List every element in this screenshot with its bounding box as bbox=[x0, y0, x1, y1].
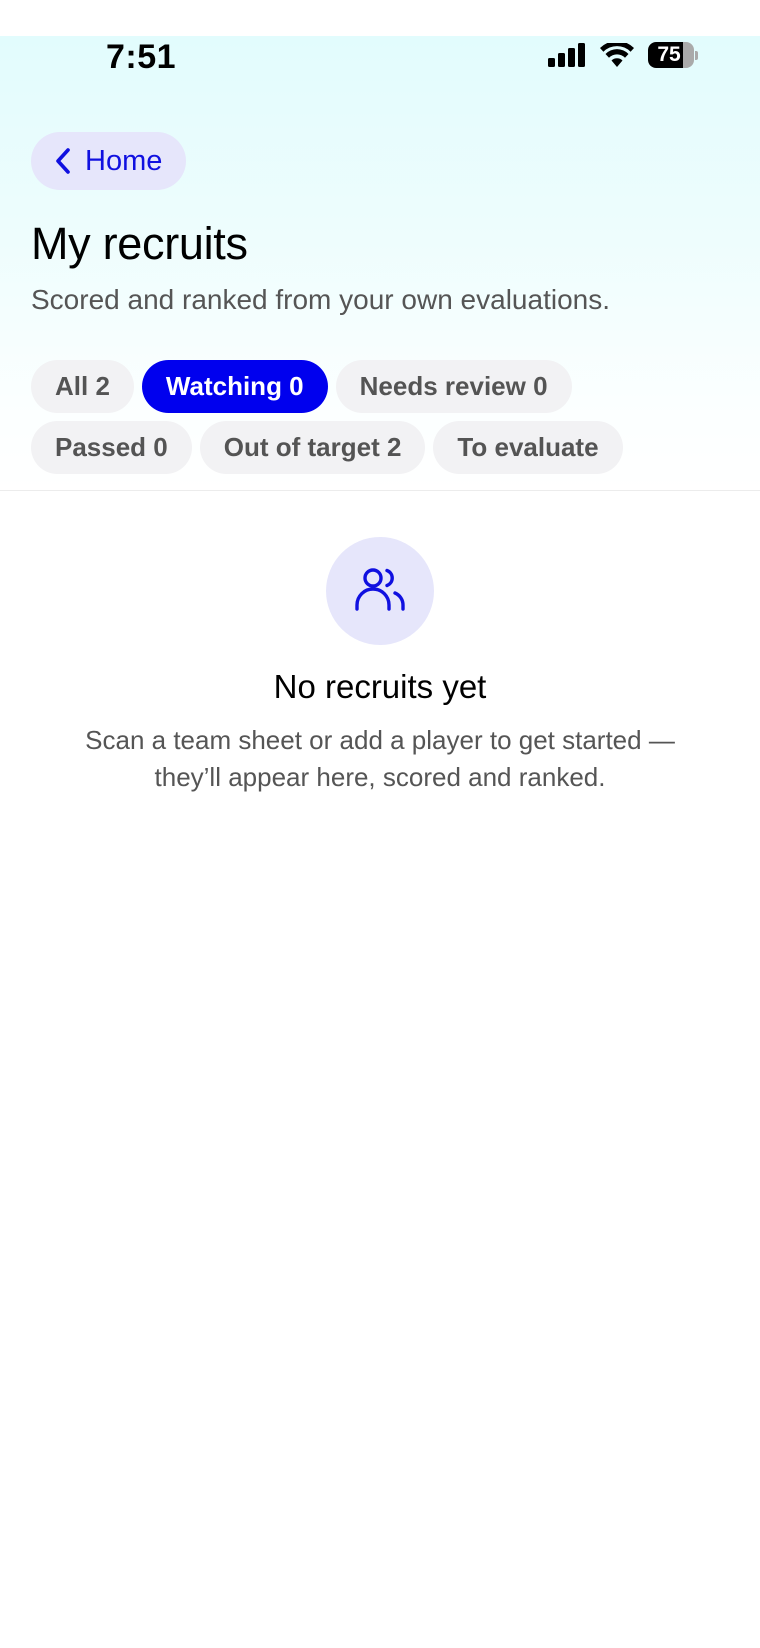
signal-icon bbox=[548, 43, 586, 67]
battery-level: 75 bbox=[657, 43, 681, 66]
page-title: My recruits bbox=[31, 218, 248, 269]
battery-icon: 75 bbox=[648, 42, 698, 68]
chevron-left-icon bbox=[55, 148, 71, 174]
back-button-label: Home bbox=[85, 144, 163, 177]
wifi-icon bbox=[600, 43, 634, 67]
empty-state-title: No recruits yet bbox=[273, 668, 487, 705]
page-subtitle: Scored and ranked from your own evaluati… bbox=[31, 284, 610, 315]
filter-chips: All 2 Watching 0 Needs review 0 Passed 0… bbox=[31, 360, 731, 482]
filter-chip-passed[interactable]: Passed 0 bbox=[31, 421, 192, 474]
status-bar: 7:51 75 bbox=[0, 36, 760, 82]
filter-chip-to-evaluate[interactable]: To evaluate bbox=[433, 421, 623, 474]
filter-chip-needs-review[interactable]: Needs review 0 bbox=[335, 360, 572, 413]
divider bbox=[0, 490, 760, 491]
filter-chip-all[interactable]: All 2 bbox=[31, 360, 134, 413]
filter-row-2: Passed 0 Out of target 2 To evaluate bbox=[31, 421, 731, 474]
status-time: 7:51 bbox=[106, 38, 177, 76]
filter-chip-out-of-target[interactable]: Out of target 2 bbox=[199, 421, 426, 474]
filter-chip-watching[interactable]: Watching 0 bbox=[141, 360, 328, 413]
back-button[interactable]: Home bbox=[31, 132, 187, 190]
empty-state-message: Scan a team sheet or add a player to get… bbox=[85, 725, 675, 792]
users-icon bbox=[354, 565, 406, 618]
filter-row-1: All 2 Watching 0 Needs review 0 bbox=[31, 360, 731, 413]
status-icons: 75 bbox=[548, 42, 698, 68]
empty-state-icon-container bbox=[326, 537, 434, 645]
top-safe-area bbox=[0, 0, 760, 36]
